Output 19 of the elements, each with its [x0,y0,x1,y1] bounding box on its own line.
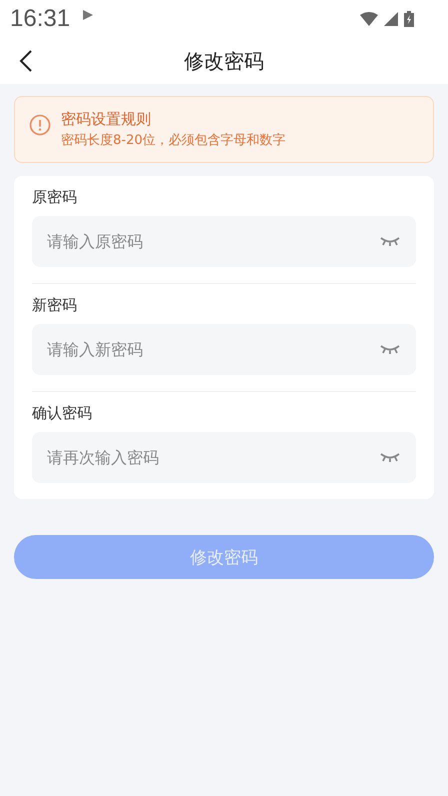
password-field[interactable]: 请再次输入密码 [32,432,416,483]
eye-closed-icon[interactable] [380,236,400,246]
password-field[interactable]: 请输入新密码 [32,324,416,375]
notice-text: 密码长度8-20位，必须包含字母和数字 [61,132,286,149]
eye-closed-icon[interactable] [380,344,400,354]
status-time: 16:31 [10,5,70,33]
field-label: 原密码 [32,188,78,207]
warning-icon [29,114,51,136]
signal-icon [384,12,398,26]
wifi-icon [360,12,378,26]
battery-icon [404,11,414,27]
notice-title: 密码设置规则 [61,110,152,129]
eye-closed-icon[interactable] [380,452,400,462]
page-title: 修改密码 [184,48,264,74]
play-icon [82,9,94,21]
password-field[interactable]: 请输入原密码 [32,216,416,267]
back-icon[interactable] [19,49,33,73]
field-label: 新密码 [32,296,78,315]
field-label: 确认密码 [32,404,93,423]
